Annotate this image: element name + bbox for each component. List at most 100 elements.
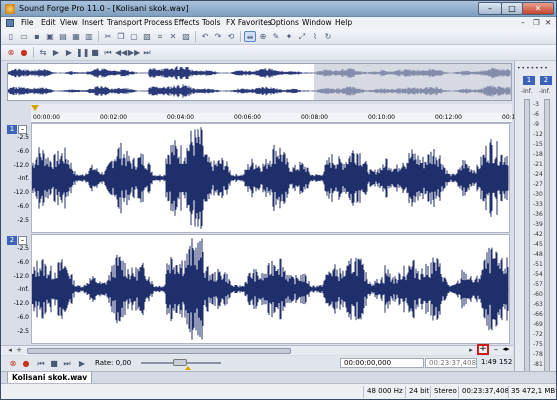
zoom-fit-button[interactable]: ◂▸ — [502, 346, 510, 354]
menu-window[interactable]: Window — [302, 18, 332, 27]
close-button[interactable]: ✕ — [522, 2, 554, 15]
document-icon[interactable] — [6, 19, 14, 27]
meter-options-dots[interactable]: ••••••• — [517, 65, 549, 72]
ruler-label: 00:10:00 — [368, 114, 395, 121]
meter-bar-1 — [524, 99, 530, 397]
open-folder-icon[interactable]: ▭ — [18, 31, 30, 42]
time-ruler[interactable]: 00:00:00 00:02:00 00:04:00 00:06:00 00:0… — [31, 113, 515, 123]
save-as-icon[interactable]: ▣ — [44, 31, 56, 42]
trim-icon[interactable]: ▨ — [180, 31, 192, 42]
status-bit-depth: 24 bit — [409, 387, 430, 395]
loop-icon[interactable]: ⇆ — [37, 47, 49, 58]
record-arm-icon[interactable]: ⊗ — [5, 47, 17, 58]
meter-db-label: -48 — [533, 251, 543, 258]
menu-file[interactable]: File — [21, 18, 34, 27]
scrollbar-thumb[interactable] — [27, 348, 291, 354]
menu-view[interactable]: View — [60, 18, 78, 27]
meter-db-label: -51 — [533, 261, 543, 268]
play-icon[interactable]: ▶ — [76, 358, 88, 369]
scroll-right-button[interactable]: ▸ — [467, 347, 475, 355]
print-icon[interactable]: ▥ — [83, 31, 95, 42]
meter-db-label: -63 — [533, 301, 543, 308]
render-icon[interactable]: ▤ — [57, 31, 69, 42]
tab-close-icon[interactable]: × — [73, 374, 79, 382]
stop-icon[interactable]: ■ — [48, 358, 60, 369]
new-file-icon[interactable]: ▯ — [5, 31, 17, 42]
zoom-out-button[interactable]: – — [492, 346, 500, 354]
zoom-in-small-button[interactable]: + — [15, 347, 23, 355]
redo-icon[interactable]: ↷ — [212, 31, 224, 42]
app-icon[interactable] — [5, 4, 15, 14]
minimize-button[interactable]: – — [478, 2, 502, 15]
overview-bar[interactable] — [7, 63, 512, 101]
mdi-minimize-button[interactable]: – — [521, 18, 525, 27]
cut-icon[interactable]: ✂ — [102, 31, 114, 42]
menu-process[interactable]: Process — [144, 18, 172, 27]
channel-1-waveform[interactable] — [31, 123, 510, 233]
meter-peak-1: -Inf. — [521, 88, 533, 95]
document-tab-strip: Kolisani skok.wav × — [1, 371, 556, 384]
menu-bar: File Edit View Insert Transport Process … — [1, 17, 556, 29]
envelope-tool-icon[interactable]: ⤢ — [296, 31, 308, 42]
record-icon[interactable]: ● — [20, 358, 32, 369]
channel-1-level-axis: -2.5 -6.0 -12.0 -Inf. -12.0 -6.0 -2.5 — [7, 123, 31, 233]
event-tool-icon[interactable]: ✦ — [283, 31, 295, 42]
menu-effects[interactable]: Effects — [174, 18, 200, 27]
cursor-position-field[interactable]: 00:00:00,000 — [340, 358, 424, 368]
pause-icon[interactable]: ❚❚ — [76, 47, 89, 58]
zoom-in-button[interactable]: + — [477, 344, 489, 355]
go-to-end-icon[interactable]: ⏭ — [141, 47, 153, 58]
menu-insert[interactable]: Insert — [82, 18, 104, 27]
menu-options[interactable]: Options — [270, 18, 299, 27]
magnify-tool-icon[interactable]: ⊕ — [257, 31, 269, 42]
menu-edit[interactable]: Edit — [41, 18, 56, 27]
crop-icon[interactable]: ⌗ — [154, 31, 166, 42]
status-sample-rate: 48 000 Hz — [367, 387, 403, 395]
repeat-icon[interactable]: ⟲ — [225, 31, 237, 42]
pencil-tool-icon[interactable]: ✎ — [270, 31, 282, 42]
fast-forward-icon[interactable]: ▶▶ — [128, 47, 140, 58]
mdi-restore-button[interactable]: ❐ — [533, 18, 540, 27]
menu-transport[interactable]: Transport — [107, 18, 142, 27]
properties-icon[interactable]: ▦ — [70, 31, 82, 42]
go-to-start-icon[interactable]: ⏮ — [35, 358, 47, 369]
menu-fx-favorites[interactable]: FX Favorites — [226, 18, 272, 27]
marker-bar[interactable] — [31, 104, 512, 113]
go-to-end-icon[interactable]: ⏭ — [61, 358, 73, 369]
snap-icon[interactable]: ⌇ — [309, 31, 321, 42]
playback-cursor-marker[interactable] — [31, 105, 39, 111]
undo-icon[interactable]: ↶ — [199, 31, 211, 42]
copy-icon[interactable]: ❐ — [115, 31, 127, 42]
delete-icon[interactable]: ✕ — [167, 31, 179, 42]
play-all-icon[interactable]: ▶ — [50, 47, 62, 58]
meter-db-label: -36 — [533, 211, 543, 218]
maximize-button[interactable]: □ — [501, 2, 523, 15]
scroll-left-button[interactable]: ◂ — [6, 347, 14, 355]
mdi-close-button[interactable]: ✕ — [545, 18, 551, 27]
paste-icon[interactable]: ▢ — [128, 31, 140, 42]
status-bar: 48 000 Hz 24 bit Stereo 00:23:37,408 35 … — [1, 383, 556, 399]
go-to-start-icon[interactable]: ⏮ — [102, 47, 114, 58]
level-label: -2.5 — [17, 328, 29, 335]
rate-slider-knob[interactable] — [173, 359, 187, 366]
edit-tool-icon[interactable]: ⇹ — [244, 31, 256, 42]
level-label: -2.5 — [17, 245, 29, 252]
status-length: 00:23:37,408 — [462, 387, 510, 395]
save-icon[interactable]: ▪ — [31, 31, 43, 42]
overview-selection[interactable] — [314, 64, 511, 100]
meter-channel-1-label: 1 — [523, 76, 535, 85]
play-icon[interactable]: ▶ — [63, 47, 75, 58]
refresh-icon[interactable]: ↻ — [322, 31, 334, 42]
rewind-icon[interactable]: ◀◀ — [115, 47, 127, 58]
record-icon[interactable]: ● — [18, 47, 30, 58]
meter-db-label: -27 — [533, 181, 543, 188]
channel-2-waveform[interactable] — [31, 234, 510, 344]
menu-tools[interactable]: Tools — [202, 18, 220, 27]
ruler-label: 00:06:00 — [234, 114, 261, 121]
stop-icon[interactable]: ■ — [89, 47, 101, 58]
horizontal-scrollbar[interactable]: ◂ + ▸ — [1, 345, 513, 355]
mix-icon[interactable]: ▧ — [141, 31, 153, 42]
record-arm-icon[interactable]: ⊗ — [7, 358, 19, 369]
menu-help[interactable]: Help — [335, 18, 352, 27]
waveform-graphic — [31, 238, 509, 340]
